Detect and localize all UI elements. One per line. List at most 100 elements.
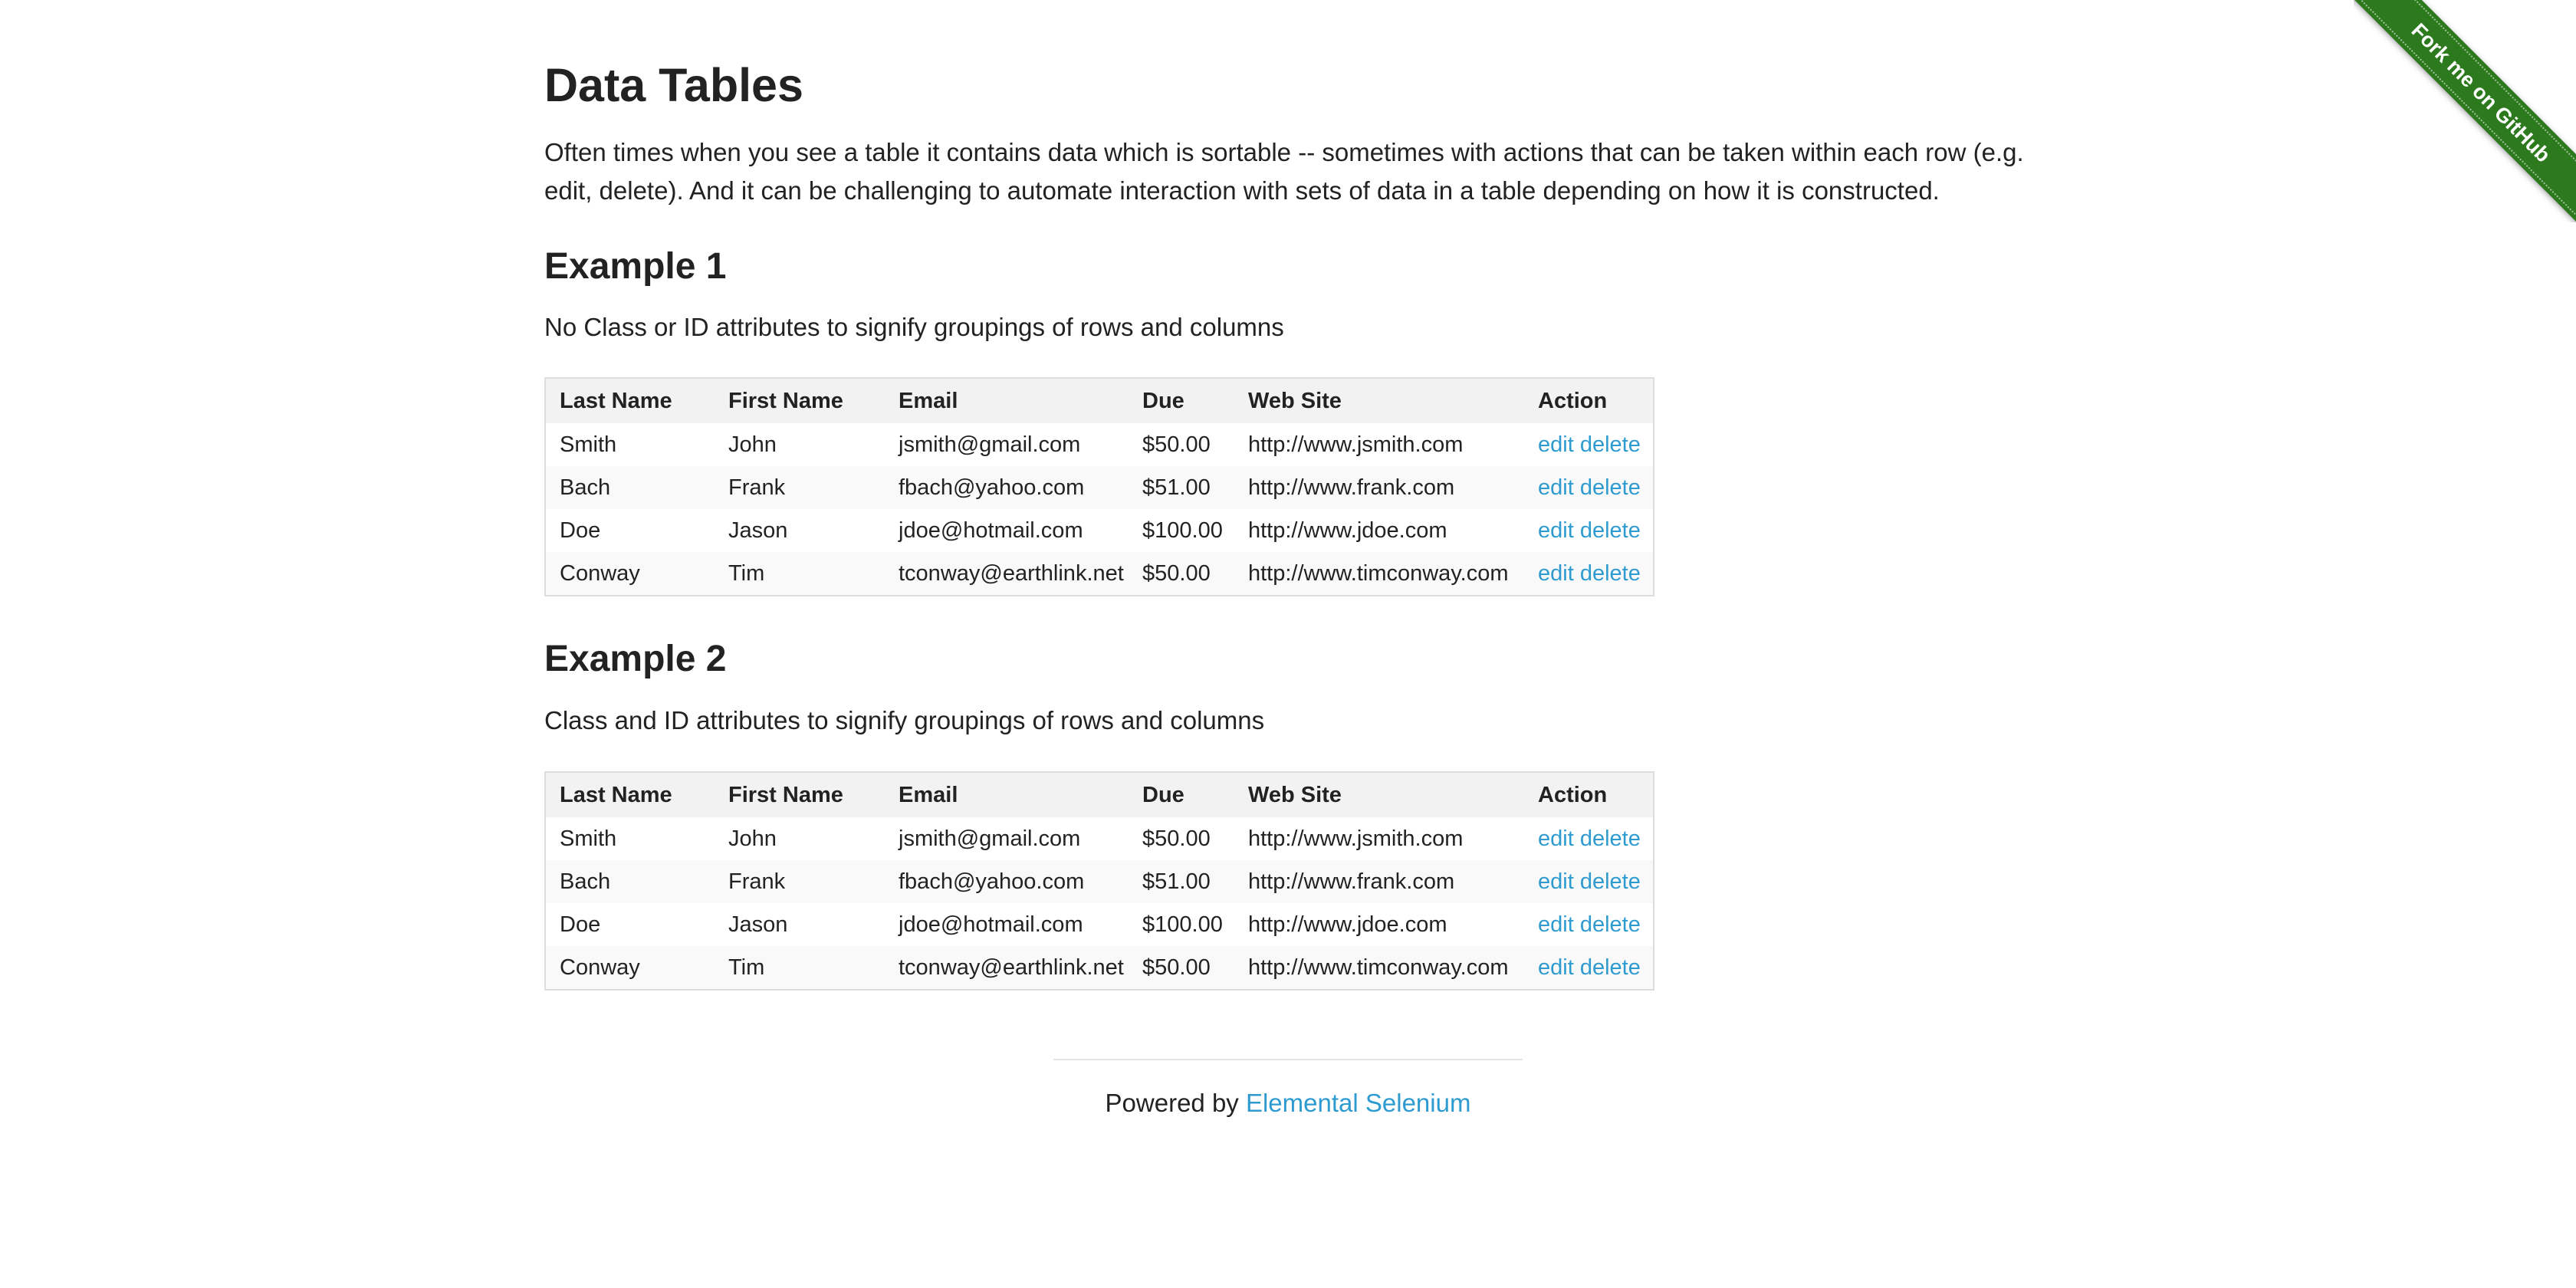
cell-action: edit delete (1524, 946, 1654, 990)
cell-due: $51.00 (1142, 475, 1211, 500)
delete-link[interactable]: delete (1580, 432, 1641, 457)
delete-link[interactable]: delete (1580, 869, 1641, 894)
cell-email: jdoe@hotmail.com (899, 518, 1083, 543)
github-ribbon-container: Fork me on GitHub (2354, 0, 2576, 222)
cell-due: $100.00 (1142, 912, 1223, 937)
cell-web-site: http://www.jdoe.com (1248, 912, 1447, 937)
cell-due: $50.00 (1142, 955, 1211, 980)
table-row: Conway Tim tconway@earthlink.net $50.00 … (545, 946, 1654, 990)
column-header-first-name[interactable]: First Name (715, 378, 885, 423)
cell-email: tconway@earthlink.net (899, 955, 1124, 980)
edit-link[interactable]: edit (1538, 826, 1574, 851)
page-footer: Powered by Elemental Selenium (0, 1084, 2576, 1122)
cell-last-name: Smith (560, 432, 617, 457)
column-header-last-name[interactable]: Last Name (545, 378, 715, 423)
column-header-web-site[interactable]: Web Site (1234, 772, 1524, 817)
table-row: Conway Tim tconway@earthlink.net $50.00 … (545, 552, 1654, 596)
table-body: Smith John jsmith@gmail.com $50.00 http:… (545, 423, 1654, 596)
cell-email: fbach@yahoo.com (899, 475, 1085, 500)
edit-link[interactable]: edit (1538, 869, 1574, 894)
cell-web-site: http://www.frank.com (1248, 869, 1455, 894)
cell-action: edit delete (1524, 466, 1654, 509)
example-1-heading: Example 1 (544, 246, 727, 287)
cell-last-name: Doe (560, 912, 601, 937)
example-1-table: Last Name First Name Email Due Web Site … (544, 377, 1654, 596)
table-header-row: Last Name First Name Email Due Web Site … (545, 378, 1654, 423)
table-row: Smith John jsmith@gmail.com $50.00 http:… (545, 817, 1654, 860)
column-header-email[interactable]: Email (885, 378, 1129, 423)
edit-link[interactable]: edit (1538, 475, 1574, 500)
example-1-description: No Class or ID attributes to signify gro… (544, 313, 1284, 341)
example-2-heading: Example 2 (544, 639, 727, 679)
fork-me-on-github-ribbon[interactable]: Fork me on GitHub (2354, 0, 2576, 222)
cell-last-name: Smith (560, 826, 617, 851)
table-row: Doe Jason jdoe@hotmail.com $100.00 http:… (545, 903, 1654, 946)
column-header-due[interactable]: Due (1129, 772, 1234, 817)
column-header-action: Action (1538, 388, 1608, 413)
column-header-due[interactable]: Due (1129, 378, 1234, 423)
cell-email: jdoe@hotmail.com (899, 912, 1083, 937)
cell-email: fbach@yahoo.com (899, 869, 1085, 894)
edit-link[interactable]: edit (1538, 912, 1574, 937)
cell-first-name: Frank (728, 475, 786, 500)
cell-first-name: Tim (728, 560, 765, 586)
example-2-table: Last Name First Name Email Due Web Site … (544, 771, 1654, 991)
cell-action: edit delete (1524, 817, 1654, 860)
cell-due: $100.00 (1142, 518, 1223, 543)
delete-link[interactable]: delete (1580, 518, 1641, 543)
edit-link[interactable]: edit (1538, 518, 1574, 543)
cell-last-name: Doe (560, 518, 601, 543)
cell-web-site: http://www.frank.com (1248, 475, 1455, 500)
cell-action: edit delete (1524, 509, 1654, 552)
cell-last-name: Conway (560, 955, 640, 980)
cell-first-name: Frank (728, 869, 786, 894)
table-row: Smith John jsmith@gmail.com $50.00 http:… (545, 423, 1654, 466)
cell-last-name: Bach (560, 475, 611, 500)
footer-divider (1053, 1059, 1523, 1060)
cell-due: $50.00 (1142, 826, 1211, 851)
cell-web-site: http://www.timconway.com (1248, 560, 1509, 586)
cell-web-site: http://www.timconway.com (1248, 955, 1509, 980)
delete-link[interactable]: delete (1580, 561, 1641, 586)
cell-due: $50.00 (1142, 560, 1211, 586)
page-title: Data Tables (544, 59, 803, 111)
cell-first-name: Jason (728, 518, 788, 543)
column-header-action: Action (1538, 782, 1608, 807)
cell-email: tconway@earthlink.net (899, 560, 1124, 586)
elemental-selenium-link[interactable]: Elemental Selenium (1246, 1089, 1471, 1117)
cell-web-site: http://www.jdoe.com (1248, 518, 1447, 543)
cell-last-name: Bach (560, 869, 611, 894)
cell-last-name: Conway (560, 560, 640, 586)
cell-first-name: Tim (728, 955, 765, 980)
cell-email: jsmith@gmail.com (899, 432, 1081, 457)
page-intro: Often times when you see a table it cont… (544, 138, 2024, 205)
cell-first-name: Jason (728, 912, 788, 937)
cell-web-site: http://www.jsmith.com (1248, 826, 1464, 851)
cell-email: jsmith@gmail.com (899, 826, 1081, 851)
delete-link[interactable]: delete (1580, 826, 1641, 851)
cell-action: edit delete (1524, 423, 1654, 466)
footer-powered-by-text: Powered by (1105, 1089, 1239, 1117)
delete-link[interactable]: delete (1580, 475, 1641, 500)
column-header-last-name[interactable]: Last Name (545, 772, 715, 817)
edit-link[interactable]: edit (1538, 955, 1574, 980)
cell-action: edit delete (1524, 903, 1654, 946)
table-row: Bach Frank fbach@yahoo.com $51.00 http:/… (545, 466, 1654, 509)
cell-due: $51.00 (1142, 869, 1211, 894)
edit-link[interactable]: edit (1538, 432, 1574, 457)
cell-due: $50.00 (1142, 432, 1211, 457)
table-header-row: Last Name First Name Email Due Web Site … (545, 772, 1654, 817)
cell-first-name: John (728, 432, 777, 457)
example-2-description: Class and ID attributes to signify group… (544, 706, 1265, 734)
column-header-email[interactable]: Email (885, 772, 1129, 817)
delete-link[interactable]: delete (1580, 955, 1641, 980)
table-header: Last Name First Name Email Due Web Site … (545, 772, 1654, 817)
cell-first-name: John (728, 826, 777, 851)
delete-link[interactable]: delete (1580, 912, 1641, 937)
cell-action: edit delete (1524, 860, 1654, 903)
column-header-first-name[interactable]: First Name (715, 772, 885, 817)
table-header: Last Name First Name Email Due Web Site … (545, 378, 1654, 423)
table-row: Doe Jason jdoe@hotmail.com $100.00 http:… (545, 509, 1654, 552)
edit-link[interactable]: edit (1538, 561, 1574, 586)
column-header-web-site[interactable]: Web Site (1234, 378, 1524, 423)
